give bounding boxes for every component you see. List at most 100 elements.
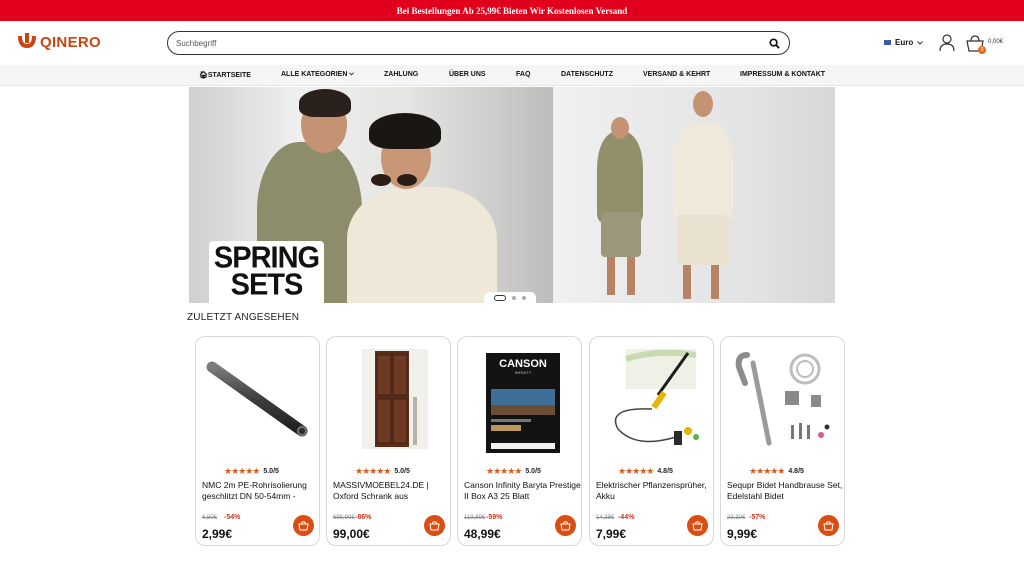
nav-item-imprint-contact[interactable]: IMPRESSUM & KONTAKT: [740, 71, 825, 78]
product-image[interactable]: [596, 347, 707, 455]
cart-count-badge: 0: [978, 46, 986, 54]
nav-item-all-categories[interactable]: ALLE KATEGORIEN: [281, 71, 355, 78]
promo-banner: Bei Bestellungen Ab 25,99€ Bieten Wir Ko…: [0, 0, 1024, 21]
product-name[interactable]: Elektrischer Pflanzensprüher, Akku: [596, 480, 714, 502]
product-image[interactable]: CANSON INFINITY: [464, 347, 575, 455]
home-icon: 🏠︎: [199, 72, 208, 79]
wooden-cabinet-image: [362, 349, 428, 449]
product-old-price: 119,89€: [464, 515, 486, 521]
nav-item-privacy[interactable]: DATENSCHUTZ: [561, 71, 613, 78]
sunglasses-icon: [371, 174, 421, 188]
star-rating-icon: ★★★★★: [749, 466, 785, 476]
product-price: 7,99€: [596, 527, 627, 541]
add-to-cart-button[interactable]: [818, 515, 839, 536]
main-navigation: 🏠︎STARTSEITE ALLE KATEGORIEN ZAHLUNG ÜBE…: [0, 65, 1024, 86]
brand-name: QINERO: [40, 33, 101, 51]
product-old-price: 6,50€: [202, 515, 218, 521]
product-rating: ★★★★★ 4.8/5: [618, 466, 673, 476]
search-bar: [167, 31, 790, 55]
product-image[interactable]: [333, 347, 444, 455]
product-card[interactable]: ★★★★★ 5.0/5 NMC 2m PE-Rohrisolierung ges…: [195, 336, 320, 546]
slider-pagination: [484, 292, 536, 304]
canson-box-image: CANSON INFINITY: [486, 353, 560, 453]
nav-item-faq[interactable]: FAQ: [516, 71, 530, 78]
cart-add-icon: [823, 520, 834, 530]
add-to-cart-button[interactable]: [687, 515, 708, 536]
flag-icon: [884, 40, 891, 45]
product-old-price: 14,28€: [596, 515, 615, 521]
chevron-down-icon: [349, 72, 355, 76]
product-price: 48,99€: [464, 527, 501, 541]
cart-add-icon: [560, 520, 571, 530]
model-leg: [683, 265, 691, 299]
model-hair: [369, 113, 441, 149]
cart-add-icon: [429, 520, 440, 530]
product-rating: ★★★★★ 5.0/5: [224, 466, 279, 476]
search-button[interactable]: [767, 36, 781, 50]
slider-dot[interactable]: [494, 295, 506, 301]
svg-text:CANSON: CANSON: [499, 358, 547, 370]
nav-item-about[interactable]: ÜBER UNS: [449, 71, 486, 78]
promo-text: Bei Bestellungen Ab 25,99€ Bieten Wir Ko…: [396, 5, 628, 16]
product-name[interactable]: NMC 2m PE-Rohrisolierung geschlitzt DN 5…: [202, 480, 320, 502]
star-rating-icon: ★★★★★: [618, 466, 654, 476]
cart-add-icon: [692, 520, 703, 530]
product-image[interactable]: [202, 347, 313, 455]
add-to-cart-button[interactable]: [293, 515, 314, 536]
model-shirt: [597, 132, 643, 222]
logo-mark-icon: [18, 33, 36, 48]
cart-add-icon: [298, 520, 309, 530]
nav-item-shipping-returns[interactable]: VERSAND & KEHRT: [643, 71, 710, 78]
product-price: 99,00€: [333, 527, 370, 541]
model-shirt-light: [347, 187, 497, 303]
product-name[interactable]: Sequpr Bidet Handbrause Set, Edelstahl B…: [727, 480, 845, 502]
currency-selector[interactable]: Euro: [884, 38, 924, 47]
cart-total: 0,00€: [988, 39, 1004, 45]
nav-item-home[interactable]: 🏠︎STARTSEITE: [199, 71, 251, 79]
search-input[interactable]: [176, 38, 767, 48]
product-card[interactable]: ★★★★★ 4.8/5 Elektrischer Pflanzensprüher…: [589, 336, 714, 546]
search-icon: [768, 37, 780, 49]
product-discount: -57%: [749, 514, 766, 521]
product-price: 2,99€: [202, 527, 233, 541]
model-leg: [627, 257, 635, 295]
product-card[interactable]: ★★★★★ 5.0/5 MASSIVMOEBEL24.DE | Oxford S…: [326, 336, 451, 546]
plant-sprayer-image: [614, 349, 699, 445]
hero-line2: SETS: [230, 268, 304, 302]
product-name[interactable]: Canson Infinity Baryta Prestige II Box A…: [464, 480, 582, 502]
model-shorts: [677, 215, 729, 265]
model-leg: [607, 257, 615, 295]
bidet-set-image: [735, 352, 830, 446]
add-to-cart-button[interactable]: [424, 515, 445, 536]
product-discount: -54%: [224, 514, 241, 521]
svg-text:INFINITY: INFINITY: [515, 370, 532, 375]
model-shirt-light: [673, 122, 733, 222]
product-rating: ★★★★★ 4.8/5: [749, 466, 804, 476]
nav-item-payment[interactable]: ZAHLUNG: [384, 71, 418, 78]
section-title-recently-viewed: ZULETZT ANGESEHEN: [187, 312, 300, 323]
brand-logo[interactable]: QINERO: [16, 33, 101, 51]
model-head: [693, 91, 713, 117]
product-card[interactable]: ★★★★★ 4.8/5 Sequpr Bidet Handbrause Set,…: [720, 336, 845, 546]
pipe-insulation-image: [206, 361, 308, 437]
model-shorts: [601, 212, 641, 257]
product-price: 9,99€: [727, 527, 758, 541]
product-discount: -44%: [618, 514, 635, 521]
star-rating-icon: ★★★★★: [355, 466, 391, 476]
model-head: [611, 117, 629, 139]
slider-dot[interactable]: [512, 296, 516, 300]
product-old-price: 23,30€: [727, 515, 746, 521]
currency-label: Euro: [895, 38, 914, 47]
product-image[interactable]: [727, 347, 838, 455]
product-name[interactable]: MASSIVMOEBEL24.DE | Oxford Schrank aus: [333, 480, 451, 502]
user-account-icon[interactable]: [939, 34, 955, 52]
product-old-price: 699,90€: [333, 515, 355, 521]
product-card[interactable]: CANSON INFINITY ★★★★★ 5.0/5 Canson Infin…: [457, 336, 582, 546]
slider-dot[interactable]: [522, 296, 526, 300]
product-discount: -59%: [486, 514, 503, 521]
star-rating-icon: ★★★★★: [224, 466, 260, 476]
star-rating-icon: ★★★★★: [486, 466, 522, 476]
add-to-cart-button[interactable]: [555, 515, 576, 536]
product-discount: -86%: [355, 514, 372, 521]
product-rating: ★★★★★ 5.0/5: [486, 466, 541, 476]
